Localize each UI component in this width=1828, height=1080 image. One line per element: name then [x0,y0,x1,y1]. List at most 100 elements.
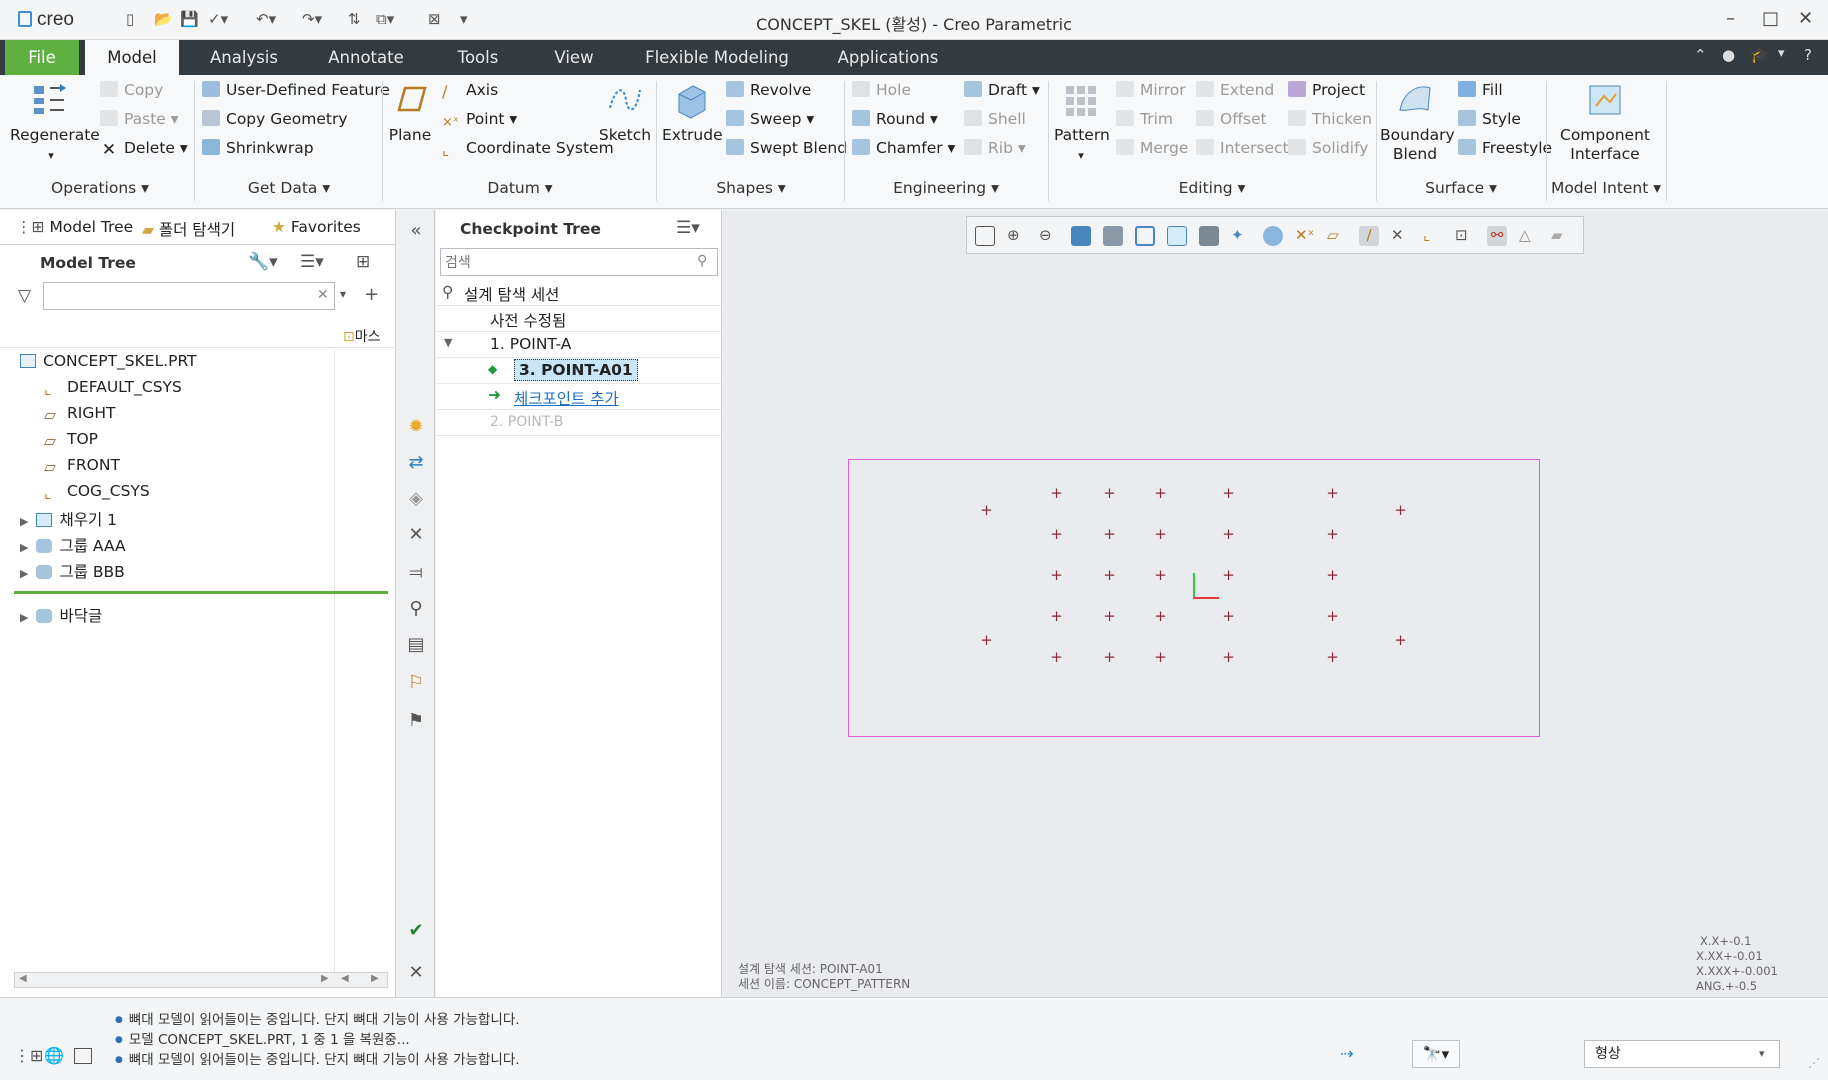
scroll-left-icon[interactable]: ◀ [19,973,27,984]
filter-dropdown-icon[interactable]: ▾ [340,287,346,301]
regen-status-icon[interactable]: ⇢ [1340,1044,1353,1063]
group-editing[interactable]: Editing ▾ [1050,179,1374,197]
checkpoint-row-point-a[interactable]: ▼ 1. POINT-A [436,332,722,358]
resize-grip-icon[interactable]: ⋰ [1808,1056,1820,1070]
settings-icon[interactable]: 🔧▾ [248,252,278,272]
checkpoint-row-pre-modified[interactable]: 사전 수정됨 [436,306,722,332]
accept-icon[interactable]: ✔ [405,920,427,942]
tree-item-group-bbb[interactable]: ▶ 그룹 BBB [20,560,125,584]
copy-geometry-button[interactable]: Copy Geometry [202,110,348,128]
tree-item-default-csys[interactable]: ⌞ DEFAULT_CSYS [44,378,182,402]
group-get-data[interactable]: Get Data ▾ [196,179,382,197]
trim-button[interactable]: Trim [1116,110,1173,128]
perspective-icon[interactable] [1199,226,1219,246]
datum-point-marker[interactable]: + [1326,527,1339,542]
fullscreen-icon[interactable] [74,1048,92,1064]
spin-center-icon[interactable]: ✦ [1231,226,1251,246]
fill-button[interactable]: Fill [1458,81,1503,99]
collapse-icon[interactable]: ▼ [444,336,452,349]
datum-point-marker[interactable]: + [1222,527,1235,542]
round-button[interactable]: Round ▾ [852,110,938,128]
table-icon[interactable]: ▤ [405,634,427,656]
browser-toggle-icon[interactable]: 🌐 [44,1046,64,1065]
move-icon[interactable]: ◈ [405,488,427,510]
datum-point-marker[interactable]: + [1050,527,1063,542]
tab-model-tree[interactable]: ⋮⊞ Model Tree [16,218,133,236]
udf-button[interactable]: User-Defined Feature [202,81,390,99]
column-header[interactable]: ⊡마스 [343,326,381,346]
group-engineering[interactable]: Engineering ▾ [846,179,1046,197]
tree-item-top[interactable]: ▱ TOP [44,430,98,454]
tab-tools[interactable]: Tools [448,40,508,75]
datum-point-marker[interactable]: + [1222,486,1235,501]
search-icon[interactable]: ⚲ [697,253,707,269]
insert-here-indicator[interactable] [14,591,388,594]
checkpoint-search-input[interactable] [441,249,691,275]
datum-point-marker[interactable]: + [1326,609,1339,624]
scroll-left-icon[interactable]: ◀ [341,973,349,984]
triangle-display-icon[interactable]: △ [1519,226,1539,246]
zoom-out-icon[interactable]: ⊖ [1039,226,1059,246]
options-dropdown-icon[interactable]: ▾ [1778,46,1785,61]
datum-point-marker[interactable]: + [1154,527,1167,542]
tree-item-right[interactable]: ▱ RIGHT [44,404,115,428]
tab-folder-browser[interactable]: ▰ 폴더 탐색기 [142,218,235,240]
maximize-icon[interactable]: □ [1762,8,1779,29]
tree-filter-icon[interactable]: ⊞ [356,252,370,272]
tab-model[interactable]: Model [85,40,179,75]
datum-point-marker[interactable]: + [1222,609,1235,624]
tab-analysis[interactable]: Analysis [200,40,288,75]
point-button[interactable]: ×ˣ Point ▾ [442,110,517,131]
solidify-button[interactable]: Solidify [1288,139,1368,157]
expand-icon[interactable]: ▶ [20,611,28,624]
point-display-icon[interactable]: ✕ˣ [1295,226,1315,246]
datum-point-marker[interactable]: + [1103,527,1116,542]
swept-blend-button[interactable]: Swept Blend [726,139,847,157]
tab-flexible-modeling[interactable]: Flexible Modeling [640,40,794,75]
selection-filter-select[interactable]: 형상 ▾ [1584,1040,1780,1068]
tree-settings-icon[interactable]: ☰▾ [676,218,700,238]
sketch-button[interactable]: Sketch [598,80,652,145]
tab-view[interactable]: View [544,40,604,75]
tree-item-footer[interactable]: ▶ 바닥글 [20,604,102,628]
offset-button[interactable]: Offset [1196,110,1267,128]
intersect-button[interactable]: Intersect [1196,139,1289,157]
scroll-right-icon[interactable]: ▶ [371,973,379,984]
group-shapes[interactable]: Shapes ▾ [658,179,844,197]
axis-button[interactable]: / Axis [442,81,498,101]
datum-point-marker[interactable]: + [1326,568,1339,583]
more-display-icon[interactable]: ▰ [1551,226,1571,246]
plane-button[interactable]: Plane [386,80,434,145]
tab-applications[interactable]: Applications [830,40,946,75]
datum-point-marker[interactable]: + [1222,568,1235,583]
tree-item-cog-csys[interactable]: ⌞ COG_CSYS [44,482,150,506]
project-button[interactable]: Project [1288,81,1365,99]
new-checkpoint-icon[interactable]: ✹ [405,416,427,438]
group-model-intent[interactable]: Model Intent ▾ [1548,179,1664,197]
extrude-button[interactable]: Extrude [662,80,723,145]
collapse-ribbon-icon[interactable]: ⌃ [1694,46,1707,64]
scroll-right-icon[interactable]: ▶ [321,973,329,984]
datum-point-marker[interactable]: + [1050,568,1063,583]
zoom-in-icon[interactable]: ⊕ [1007,226,1027,246]
expand-icon[interactable]: ▶ [20,567,28,580]
copy-button[interactable]: Copy [100,81,163,99]
datum-point-marker[interactable]: + [1154,486,1167,501]
plane-display-icon[interactable]: ▱ [1327,226,1347,246]
minimize-icon[interactable]: – [1726,8,1735,29]
tree-item-group-aaa[interactable]: ▶ 그룹 AAA [20,534,126,558]
add-checkpoint-link[interactable]: 체크포인트 추가 [514,387,619,409]
checkpoint-session-row[interactable]: ⚲ 설계 탐색 세션 [436,280,722,306]
thicken-button[interactable]: Thicken [1288,110,1372,128]
datum-point-marker[interactable]: + [1326,486,1339,501]
model-tree-filter-input[interactable] [43,282,335,310]
datum-point-marker[interactable]: + [1103,568,1116,583]
session-open-icon[interactable]: ⚐ [405,672,427,694]
quit-session-icon[interactable]: ✕ [405,962,427,984]
display-style-icon[interactable] [1103,226,1123,246]
draft-button[interactable]: Draft ▾ [964,81,1040,99]
datum-point-marker[interactable]: + [1394,503,1407,518]
clear-icon[interactable]: ✕ [317,287,329,303]
revolve-button[interactable]: Revolve [726,81,811,99]
datum-point-marker[interactable]: + [1050,650,1063,665]
